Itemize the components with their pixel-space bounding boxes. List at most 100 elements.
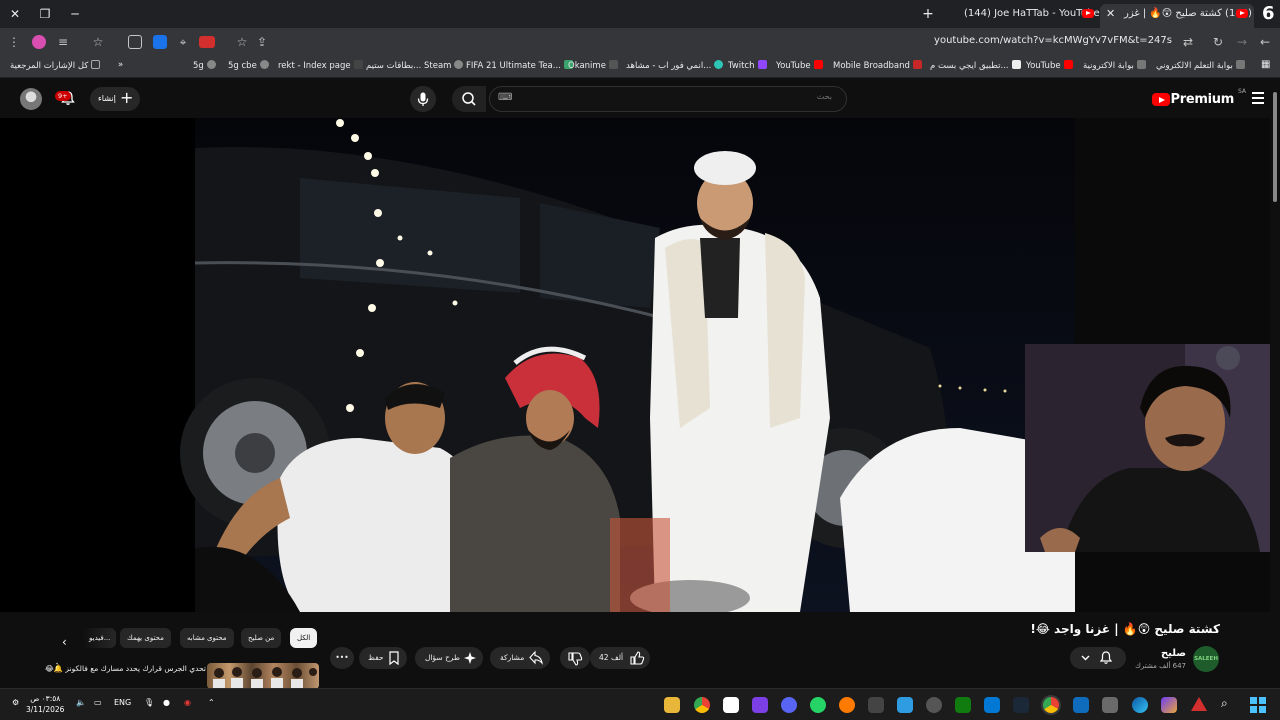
bookmark-star-icon[interactable]: ☆	[234, 34, 250, 50]
bookmark-steam[interactable]: بطاقات ستيم... Steam	[366, 60, 464, 71]
channel-avatar[interactable]: SALEEH	[1193, 646, 1219, 672]
tray-app-icon[interactable]: ●	[163, 698, 170, 707]
back-icon[interactable]: ←	[1257, 34, 1273, 50]
tab-active-video[interactable]: ✕ (144) كشتة صليح 😲🔥 | غزر	[1100, 4, 1254, 28]
bookmark-5g[interactable]: 5g	[193, 60, 216, 71]
subscription-bell-button[interactable]	[1070, 647, 1126, 669]
bookmark-twitch[interactable]: Twitch	[728, 60, 767, 71]
create-button[interactable]: إنشاء +	[90, 87, 140, 111]
adobe-icon[interactable]	[1191, 697, 1207, 711]
apps-grid-icon[interactable]: ▦	[1261, 59, 1270, 70]
reading-list-icon[interactable]: ≡	[55, 34, 71, 50]
search-input[interactable]	[532, 92, 832, 101]
scrollbar-thumb[interactable]	[1273, 92, 1277, 202]
site-settings-icon[interactable]: ⇄	[1180, 34, 1196, 50]
app-dark-icon[interactable]	[926, 697, 942, 713]
new-tab-button[interactable]: +	[920, 4, 936, 24]
like-button[interactable]: 42 ألف	[590, 647, 650, 669]
save-button[interactable]: حفظ	[359, 647, 407, 669]
app-blue-icon[interactable]	[897, 697, 913, 713]
bookmarks-overflow-icon[interactable]: »	[118, 60, 123, 70]
edge-icon[interactable]	[1132, 697, 1148, 713]
bookmark-youtube-1[interactable]: YouTube	[776, 60, 823, 71]
whatsapp-icon[interactable]	[810, 697, 826, 713]
capcut-icon[interactable]	[723, 697, 739, 713]
bookmark-label: 5g	[193, 61, 204, 71]
guide-menu-icon[interactable]	[1252, 92, 1266, 104]
windows-start-button[interactable]	[1250, 697, 1266, 713]
restore-window-icon[interactable]: ❐	[35, 4, 55, 24]
avatar[interactable]	[20, 88, 42, 110]
tray-overflow-icon[interactable]: ⌃	[208, 698, 215, 707]
bookmarks-icon[interactable]: ☆	[90, 34, 106, 50]
profile-extension-icon[interactable]	[32, 35, 46, 49]
file-explorer-icon[interactable]	[664, 697, 680, 713]
dislike-button[interactable]	[560, 647, 590, 669]
forward-icon[interactable]: →	[1234, 34, 1250, 50]
ask-question-button[interactable]: طرح سؤال	[415, 647, 483, 669]
tab-joe-hattab[interactable]: (144) Joe HaTTab - YouTube	[940, 4, 1100, 28]
video-player[interactable]	[0, 118, 1270, 612]
chip-for-you[interactable]: محتوى يهمك	[120, 628, 171, 648]
chip-from-channel[interactable]: من صليح	[241, 628, 282, 648]
language-indicator[interactable]: ENG	[114, 698, 131, 707]
bookmark-all[interactable]: كل الإشارات المرجعية	[10, 60, 101, 71]
channel-name[interactable]: صليح	[1161, 648, 1186, 659]
outlook-icon[interactable]	[1073, 697, 1089, 713]
bookmark-youtube-2[interactable]: YouTube	[1026, 60, 1073, 71]
chip-videos[interactable]: فيديو...	[82, 628, 116, 648]
close-tab-icon[interactable]: ✕	[1106, 4, 1115, 24]
chip-similar[interactable]: محتوى مشابه	[180, 628, 234, 648]
adblock-extension-icon[interactable]	[199, 36, 215, 48]
share-button[interactable]: مشاركة	[490, 647, 550, 669]
extension-globe-icon[interactable]: ⌖	[175, 34, 191, 50]
tray-record-icon[interactable]: ◉	[184, 698, 191, 707]
voice-search-button[interactable]	[410, 86, 436, 112]
bookmark-5g-cbe[interactable]: 5g cbe	[228, 60, 269, 71]
search-button[interactable]	[452, 86, 486, 112]
recommended-video-item[interactable]: ⋮ تحدي الجرس قرارك يحدد مسارك مع فالكونز…	[45, 660, 320, 689]
recommended-video-thumbnail[interactable]	[207, 663, 319, 689]
discord-icon[interactable]	[781, 697, 797, 713]
close-window-icon[interactable]: ✕	[5, 4, 25, 24]
page-scrollbar[interactable]	[1270, 80, 1280, 690]
minimize-window-icon[interactable]: ─	[65, 4, 85, 24]
bookmark-label: Mobile Broadband	[833, 61, 910, 71]
bookmark-mobile-broadband[interactable]: Mobile Broadband	[833, 60, 922, 71]
network-icon[interactable]: ▭	[94, 698, 102, 707]
bookmark-rekt[interactable]: rekt - Index page	[278, 60, 363, 71]
chrome-active-icon[interactable]	[1043, 697, 1059, 713]
bookmark-okanime[interactable]: Okanime	[568, 60, 618, 71]
bookmark-portal[interactable]: بوابة الاكترونية	[1083, 60, 1146, 71]
store-icon[interactable]	[1102, 697, 1118, 713]
copilot-icon[interactable]	[1161, 697, 1177, 713]
address-bar[interactable]: ☆ ⇪ youtube.com/watch?v=kcMWgYv7vFM&t=24…	[237, 31, 1202, 53]
extensions-puzzle-icon[interactable]	[128, 35, 142, 49]
search-box[interactable]: ⌨	[489, 86, 847, 112]
reload-icon[interactable]: ↻	[1210, 34, 1226, 50]
volume-icon[interactable]: 🔈	[76, 698, 86, 707]
app-purple-icon[interactable]	[752, 697, 768, 713]
keyboard-icon[interactable]: ⌨	[498, 92, 512, 103]
chip-all[interactable]: الكل	[290, 628, 318, 648]
bookmark-egybest[interactable]: تطبيق ايجي بست م...	[930, 60, 1021, 71]
install-app-icon[interactable]: ⇪	[254, 34, 270, 50]
app-orange-icon[interactable]	[839, 697, 855, 713]
xbox-icon[interactable]	[955, 697, 971, 713]
chrome-icon[interactable]	[694, 697, 710, 713]
system-clock[interactable]: ٠٣:٥٨ ص 3/11/2026	[26, 693, 64, 715]
app-grey-icon[interactable]	[868, 697, 884, 713]
more-actions-button[interactable]: •••	[330, 647, 354, 669]
bookmark-label: YouTube	[1026, 61, 1061, 71]
bookmark-fifa[interactable]: FIFA 21 Ultimate Tea...	[466, 60, 573, 71]
steam-icon[interactable]	[1013, 697, 1029, 713]
app-help-icon[interactable]	[984, 697, 1000, 713]
bookmark-elearning[interactable]: بوابة التعلم الالكتروني	[1156, 60, 1245, 71]
bookmark-anime[interactable]: انمي فور اب - مشاهد...	[626, 60, 724, 71]
extension-blue-icon[interactable]	[153, 35, 167, 49]
weather-widget-icon[interactable]: ⚙	[12, 698, 19, 707]
taskbar-search-icon[interactable]: ⌕	[1221, 696, 1228, 711]
bookmark-label: 5g cbe	[228, 61, 257, 71]
microphone-tray-icon[interactable]: 🎙	[144, 698, 154, 707]
browser-menu-icon[interactable]: ⋮	[6, 34, 22, 50]
